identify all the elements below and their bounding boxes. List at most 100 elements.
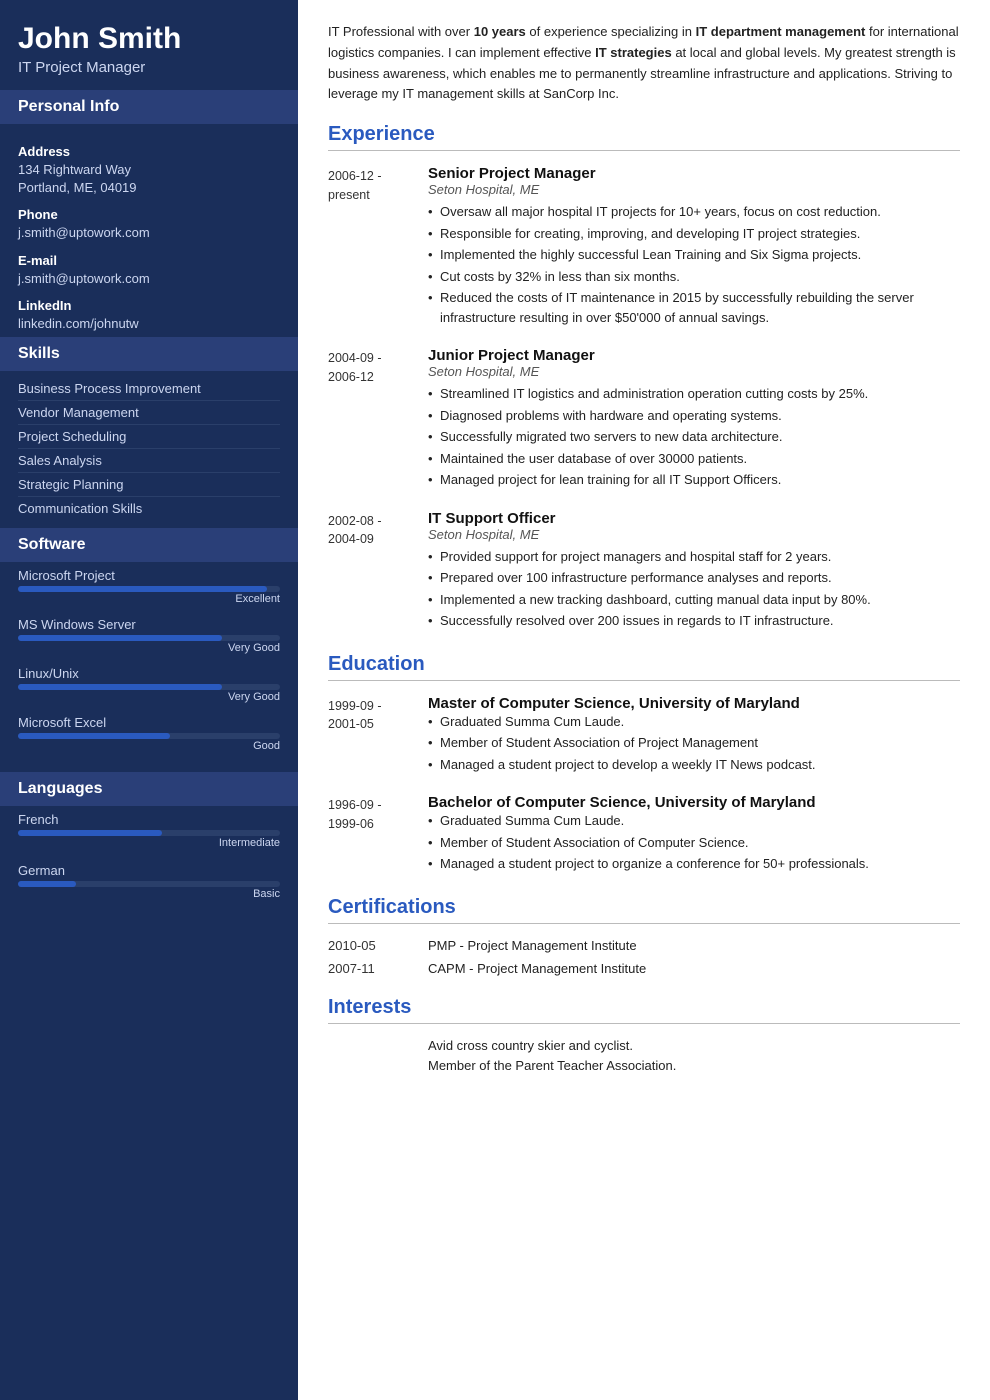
- email-value: j.smith@uptowork.com: [18, 270, 280, 288]
- cert-date: 2010-05: [328, 938, 428, 953]
- summary: IT Professional with over 10 years of ex…: [328, 22, 960, 105]
- bar-fill: [18, 635, 222, 641]
- linkedin-label: LinkedIn: [18, 298, 280, 313]
- entry-bullets: Oversaw all major hospital IT projects f…: [428, 202, 960, 327]
- language-item: French Intermediate: [18, 812, 280, 849]
- bar-fill: [18, 684, 222, 690]
- sidebar: John Smith IT Project Manager Personal I…: [0, 0, 298, 1400]
- bullet-item: Reduced the costs of IT maintenance in 2…: [428, 288, 960, 327]
- bullet-item: Prepared over 100 infrastructure perform…: [428, 568, 960, 588]
- bullet-item: Member of Student Association of Compute…: [428, 833, 960, 853]
- bullet-item: Cut costs by 32% in less than six months…: [428, 267, 960, 287]
- entry-title: IT Support Officer: [428, 510, 960, 527]
- bar-label: Very Good: [18, 642, 280, 654]
- bullet-item: Maintained the user database of over 300…: [428, 449, 960, 469]
- bar-container: [18, 635, 280, 641]
- sidebar-header: John Smith IT Project Manager: [0, 0, 298, 90]
- software-item: Microsoft Project Excellent: [18, 568, 280, 605]
- experience-entry: 2002-08 -2004-09 IT Support Officer Seto…: [328, 510, 960, 633]
- certifications-section: Certifications 2010-05 PMP - Project Man…: [328, 896, 960, 976]
- bar-container: [18, 881, 280, 887]
- entry-date: 1999-09 -2001-05: [328, 695, 428, 777]
- bar-fill: [18, 881, 76, 887]
- entry-body: Junior Project Manager Seton Hospital, M…: [428, 347, 960, 492]
- entry-body: Bachelor of Computer Science, University…: [428, 794, 960, 876]
- bar-label: Excellent: [18, 593, 280, 605]
- bullet-item: Implemented the highly successful Lean T…: [428, 245, 960, 265]
- software-item: Microsoft Excel Good: [18, 715, 280, 752]
- language-item: German Basic: [18, 863, 280, 900]
- phone-value: j.smith@uptowork.com: [18, 224, 280, 242]
- entry-body: IT Support Officer Seton Hospital, ME Pr…: [428, 510, 960, 633]
- bar-container: [18, 733, 280, 739]
- bullet-item: Successfully resolved over 200 issues in…: [428, 611, 960, 631]
- bullet-item: Graduated Summa Cum Laude.: [428, 712, 960, 732]
- bullet-item: Oversaw all major hospital IT projects f…: [428, 202, 960, 222]
- candidate-job-title: IT Project Manager: [18, 59, 280, 76]
- bullet-item: Diagnosed problems with hardware and ope…: [428, 406, 960, 426]
- experience-title: Experience: [328, 123, 960, 151]
- skill-item: Project Scheduling: [18, 425, 280, 449]
- interests-section: Interests Avid cross country skier and c…: [328, 996, 960, 1078]
- software-content: Microsoft Project Excellent MS Windows S…: [0, 562, 298, 772]
- candidate-name: John Smith: [18, 22, 280, 55]
- bullet-item: Managed project for lean training for al…: [428, 470, 960, 490]
- languages-section-title: Languages: [0, 772, 298, 806]
- entry-body: Senior Project Manager Seton Hospital, M…: [428, 165, 960, 329]
- entry-bullets: Graduated Summa Cum Laude. Member of Stu…: [428, 712, 960, 775]
- bar-fill: [18, 586, 267, 592]
- skill-item: Business Process Improvement: [18, 377, 280, 401]
- interest-item: Member of the Parent Teacher Association…: [428, 1058, 960, 1073]
- skill-item: Communication Skills: [18, 497, 280, 520]
- bullet-item: Responsible for creating, improving, and…: [428, 224, 960, 244]
- cert-row: 2007-11 CAPM - Project Management Instit…: [328, 961, 960, 976]
- cert-value: PMP - Project Management Institute: [428, 938, 637, 953]
- bar-fill: [18, 733, 170, 739]
- software-name: Linux/Unix: [18, 666, 280, 681]
- entry-bullets: Streamlined IT logistics and administrat…: [428, 384, 960, 490]
- bar-container: [18, 830, 280, 836]
- software-name: Microsoft Excel: [18, 715, 280, 730]
- email-label: E-mail: [18, 253, 280, 268]
- skills-section-title: Skills: [0, 337, 298, 371]
- interest-item: Avid cross country skier and cyclist.: [428, 1038, 960, 1053]
- skill-item: Strategic Planning: [18, 473, 280, 497]
- skill-item: Sales Analysis: [18, 449, 280, 473]
- entry-subtitle: Seton Hospital, ME: [428, 527, 960, 542]
- bullet-item: Streamlined IT logistics and administrat…: [428, 384, 960, 404]
- skill-item: Vendor Management: [18, 401, 280, 425]
- cert-row: 2010-05 PMP - Project Management Institu…: [328, 938, 960, 953]
- entry-title: Senior Project Manager: [428, 165, 960, 182]
- education-title: Education: [328, 653, 960, 681]
- entry-subtitle: Seton Hospital, ME: [428, 364, 960, 379]
- entry-title: Master of Computer Science, University o…: [428, 695, 960, 712]
- bar-container: [18, 684, 280, 690]
- address-label: Address: [18, 144, 280, 159]
- entry-body: Avid cross country skier and cyclist. Me…: [428, 1038, 960, 1078]
- bullet-item: Graduated Summa Cum Laude.: [428, 811, 960, 831]
- skills-list: Business Process Improvement Vendor Mana…: [0, 371, 298, 528]
- entry-date: 2004-09 -2006-12: [328, 347, 428, 492]
- interests-entry: Avid cross country skier and cyclist. Me…: [328, 1038, 960, 1078]
- experience-entry: 2004-09 -2006-12 Junior Project Manager …: [328, 347, 960, 492]
- entry-subtitle: Seton Hospital, ME: [428, 182, 960, 197]
- entry-bullets: Graduated Summa Cum Laude. Member of Stu…: [428, 811, 960, 874]
- bar-label: Basic: [18, 888, 280, 900]
- software-item: Linux/Unix Very Good: [18, 666, 280, 703]
- personal-info-content: Address 134 Rightward WayPortland, ME, 0…: [0, 124, 298, 337]
- entry-date: 2006-12 -present: [328, 165, 428, 329]
- personal-info-section-title: Personal Info: [0, 90, 298, 124]
- bar-label: Good: [18, 740, 280, 752]
- resume: John Smith IT Project Manager Personal I…: [0, 0, 990, 1400]
- software-item: MS Windows Server Very Good: [18, 617, 280, 654]
- language-name: French: [18, 812, 280, 827]
- entry-bullets: Provided support for project managers an…: [428, 547, 960, 631]
- bar-label: Very Good: [18, 691, 280, 703]
- entry-title: Bachelor of Computer Science, University…: [428, 794, 960, 811]
- entry-title: Junior Project Manager: [428, 347, 960, 364]
- linkedin-value: linkedin.com/johnutw: [18, 315, 280, 333]
- education-entry: 1999-09 -2001-05 Master of Computer Scie…: [328, 695, 960, 777]
- bullet-item: Provided support for project managers an…: [428, 547, 960, 567]
- entry-date: [328, 1038, 428, 1078]
- experience-section: Experience 2006-12 -present Senior Proje…: [328, 123, 960, 633]
